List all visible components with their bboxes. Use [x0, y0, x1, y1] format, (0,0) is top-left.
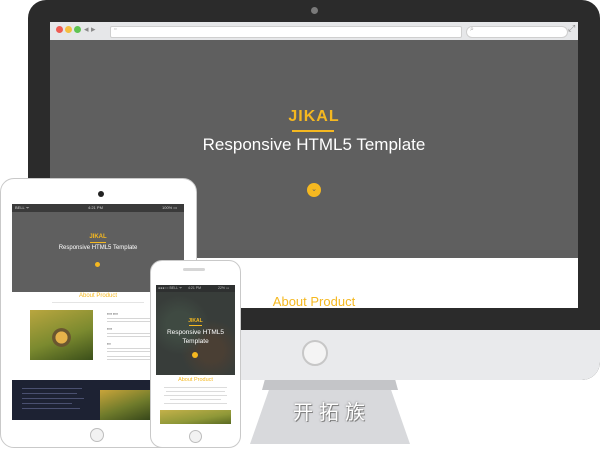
scroll-down-button[interactable]: ⌄ — [307, 183, 321, 197]
carrier-label: BELL ᯤ — [15, 205, 30, 210]
text-line — [164, 395, 227, 396]
hero-tagline: Responsive HTML5 Template — [166, 329, 225, 345]
close-window-icon[interactable] — [56, 26, 63, 33]
phone-screen: ●●●○○ BELL ᯤ 4:21 PM 22% ▭ JIKAL Respons… — [156, 285, 235, 424]
tablet-home-button[interactable] — [90, 428, 104, 442]
text-line — [22, 403, 72, 404]
hero-tagline: Responsive HTML5 Template — [58, 245, 138, 251]
hero-tagline: Responsive HTML5 Template — [202, 135, 426, 154]
browser-search-input[interactable]: ⌕ — [466, 26, 568, 38]
about-heading: About Product — [178, 377, 213, 383]
clock-label: 4:21 PM — [88, 205, 103, 210]
page-icon: ▫ — [114, 26, 117, 33]
text-line — [52, 302, 144, 303]
title-underline — [90, 242, 106, 243]
watermark-label: 开拓族 — [293, 400, 371, 424]
clock-label: 4:21 PM — [188, 286, 202, 290]
text-line — [164, 387, 227, 388]
expand-icon[interactable]: ⤢ — [568, 23, 575, 34]
back-forward-icon[interactable]: ◂ ▸ — [84, 24, 96, 35]
camera-icon — [311, 7, 318, 14]
phone-hero: JIKAL Responsive HTML5 Template — [156, 292, 235, 375]
brand-title: JIKAL — [288, 108, 340, 125]
title-underline — [292, 130, 334, 132]
text-line — [164, 403, 227, 404]
title-underline — [189, 325, 202, 326]
battery-label: 100% ▭ — [162, 205, 178, 210]
imac-logo — [302, 340, 328, 366]
feature-title: ▪▪▪ — [107, 342, 111, 346]
brand-title: JIKAL — [188, 318, 203, 324]
tablet-camera-icon — [98, 191, 104, 197]
address-bar[interactable]: ▫ — [110, 26, 462, 38]
text-line — [22, 388, 82, 389]
bird-image — [30, 310, 93, 360]
carrier-label: ●●●○○ BELL ᯤ — [158, 286, 183, 290]
text-line — [107, 359, 155, 360]
text-line — [166, 391, 225, 392]
bird-image — [160, 410, 231, 424]
minimize-window-icon[interactable] — [65, 26, 72, 33]
browser-toolbar: ◂ ▸ ▫ ⌕ ⤢ — [50, 22, 578, 41]
search-icon: ⌕ — [470, 26, 474, 33]
brand-title: JIKAL — [89, 234, 107, 240]
text-line — [170, 399, 221, 400]
text-line — [22, 393, 77, 394]
battery-label: 22% ▭ — [218, 286, 230, 290]
feature-title: ▪▪▪▪ — [107, 327, 112, 331]
phone-status-bar: ●●●○○ BELL ᯤ 4:21 PM 22% ▭ — [156, 285, 235, 292]
scroll-down-button[interactable] — [192, 352, 198, 358]
phone-home-button[interactable] — [189, 430, 202, 443]
text-line — [22, 398, 84, 399]
phone-speaker — [183, 268, 205, 271]
text-line — [22, 408, 80, 409]
scroll-down-button[interactable] — [95, 262, 100, 267]
feature-title: ▪▪▪▪ ▪▪▪▪ — [107, 312, 118, 316]
imac-stand-shadow — [262, 380, 398, 390]
bird-image — [100, 390, 150, 420]
maximize-window-icon[interactable] — [74, 26, 81, 33]
tablet-status-bar: BELL ᯤ 4:21 PM 100% ▭ — [12, 204, 184, 212]
